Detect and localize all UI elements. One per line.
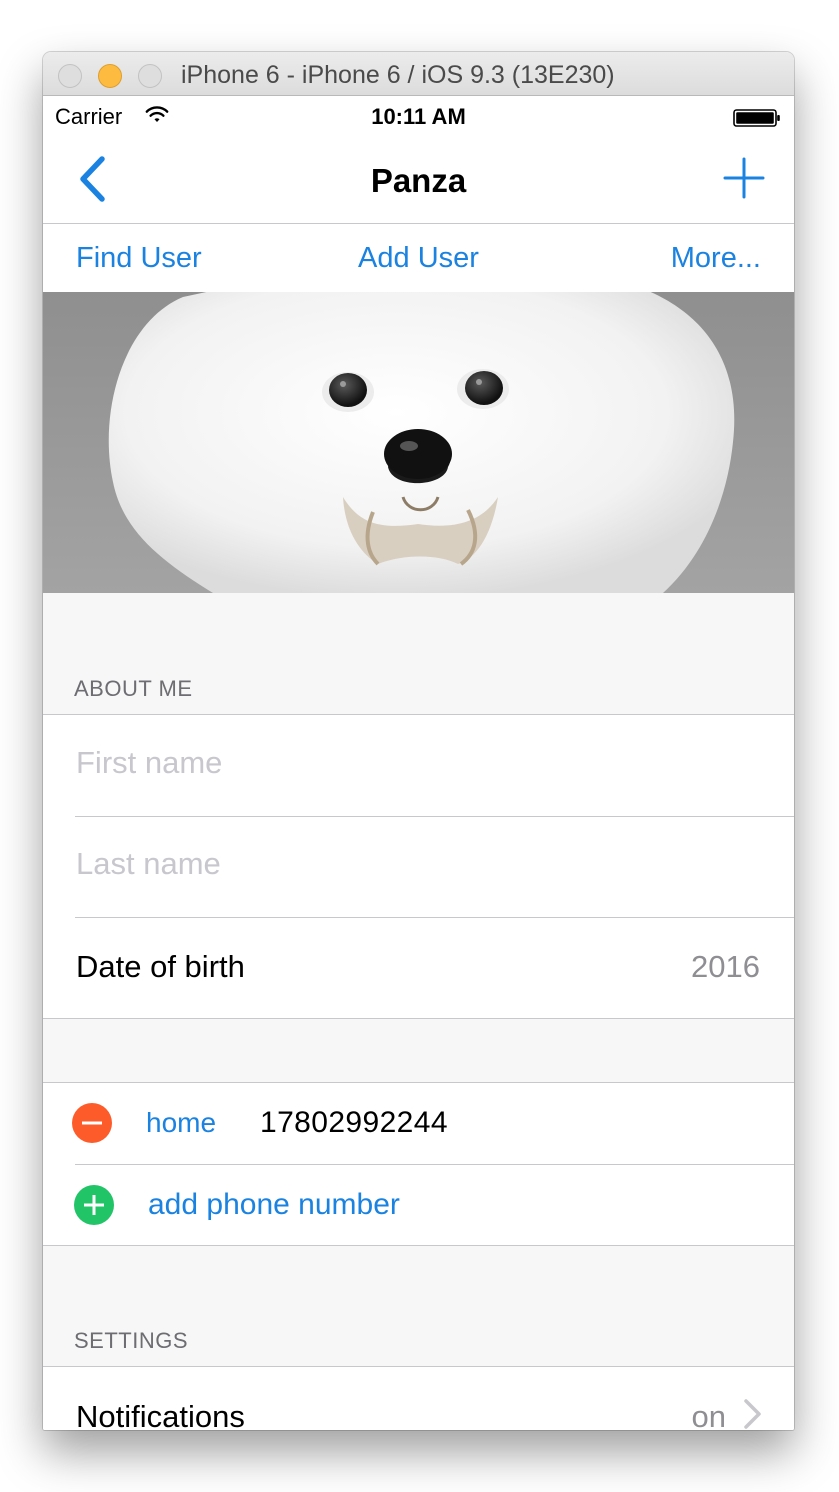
delete-phone-icon[interactable]: [72, 1103, 112, 1143]
user-toolbar: Find User Add User More...: [43, 224, 794, 292]
chevron-right-icon: [744, 1399, 761, 1429]
device-screen: Carrier 10:11 AM Panza Find User Add Use…: [43, 96, 794, 1430]
page-title: Panza: [370, 162, 467, 199]
last-name-row[interactable]: Last name: [43, 816, 794, 917]
clock: 10:11 AM: [371, 104, 466, 129]
zoom-window-button[interactable]: [138, 64, 162, 88]
date-of-birth-label: Date of birth: [76, 949, 245, 984]
battery-icon: [733, 109, 780, 127]
window-titlebar[interactable]: iPhone 6 - iPhone 6 / iOS 9.3 (13E230): [43, 52, 794, 96]
simulator-window: iPhone 6 - iPhone 6 / iOS 9.3 (13E230) C…: [43, 52, 794, 1430]
notifications-row[interactable]: Notifications on: [43, 1367, 794, 1430]
profile-photo[interactable]: [43, 292, 794, 593]
date-of-birth-row[interactable]: Date of birth 2016: [43, 917, 794, 1018]
about-me-header: ABOUT ME: [74, 676, 193, 701]
date-of-birth-value: 2016: [691, 949, 760, 984]
add-phone-row[interactable]: add phone number: [43, 1164, 794, 1245]
phone-type-label[interactable]: home: [146, 1107, 216, 1139]
phone-row: home 17802992244: [43, 1083, 794, 1164]
plus-icon[interactable]: [723, 157, 765, 199]
minimize-window-button[interactable]: [98, 64, 122, 88]
navigation-bar: Panza: [43, 136, 794, 224]
phone-number-field[interactable]: 17802992244: [260, 1106, 448, 1140]
notifications-label: Notifications: [76, 1399, 245, 1430]
settings-header: SETTINGS: [74, 1328, 189, 1353]
first-name-field[interactable]: First name: [76, 745, 222, 781]
first-name-row[interactable]: First name: [43, 715, 794, 816]
more-button[interactable]: More...: [671, 242, 761, 275]
phone-group: home 17802992244 add phone number: [43, 1082, 794, 1246]
dog-photo: [43, 292, 794, 593]
about-me-group: First name Last name Date of birth 2016: [43, 714, 794, 1019]
settings-group: Notifications on: [43, 1366, 794, 1430]
last-name-field[interactable]: Last name: [76, 846, 221, 882]
close-window-button[interactable]: [58, 64, 82, 88]
notifications-value: on: [691, 1399, 726, 1430]
add-phone-number-button[interactable]: add phone number: [148, 1188, 400, 1222]
status-bar: Carrier 10:11 AM: [43, 96, 794, 136]
add-phone-icon[interactable]: [74, 1185, 114, 1225]
window-title: iPhone 6 - iPhone 6 / iOS 9.3 (13E230): [181, 61, 615, 89]
